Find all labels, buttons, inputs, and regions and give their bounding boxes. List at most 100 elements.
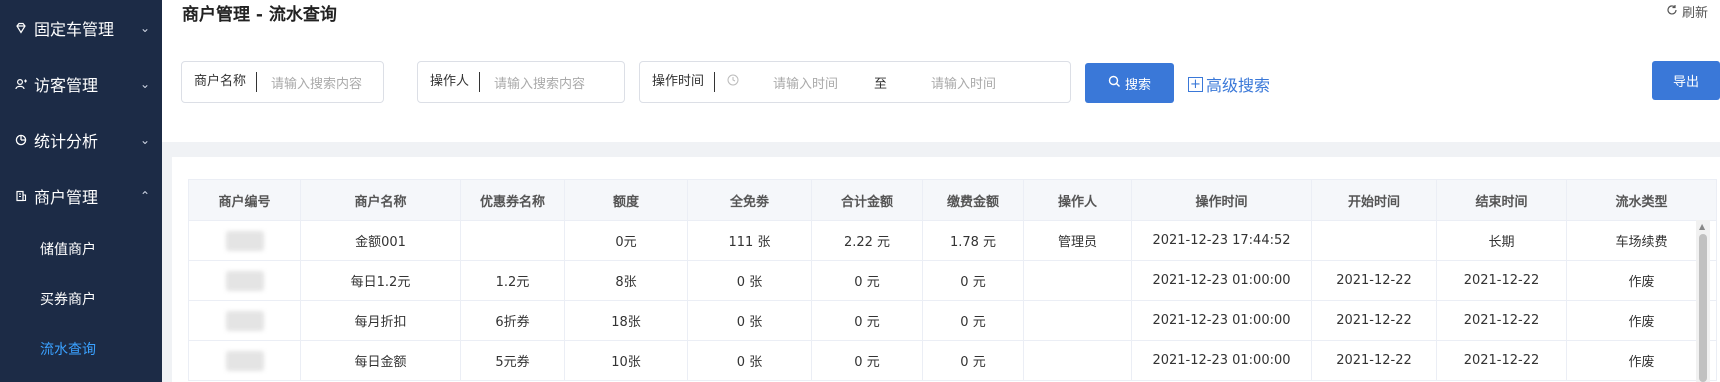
cell-total-amount: 2.22 元 [811,220,923,261]
cell-op-time: 2021-12-23 01:00:00 [1131,340,1312,381]
cell-start-time [1311,220,1437,261]
cell-merchant-id [188,340,301,381]
cell-free-voucher: 0 张 [687,340,812,381]
cell-merchant-id [188,220,301,261]
sidebar-item-label: 访客管理 [34,76,99,95]
chevron-down-icon: ⌄ [139,133,150,147]
redacted-id [225,270,264,291]
scrollbar-thumb[interactable] [1699,234,1707,382]
cell-merchant-name: 金额001 [300,220,461,261]
col-op-time[interactable]: 操作时间 [1131,179,1312,221]
sidebar-subitem-voucher-merchant[interactable]: 买券商户 [0,274,162,324]
cell-flow-type: 作废 [1566,300,1717,341]
col-end-time[interactable]: 结束时间 [1436,179,1567,221]
merchant-name-field[interactable]: 商户名称 请输入搜索内容 [181,61,384,103]
cell-merchant-id [188,260,301,301]
operator-field[interactable]: 操作人 请输入搜索内容 [417,61,625,103]
cell-flow-type: 车场续费 [1566,220,1717,261]
table-row[interactable]: 金额001 0元 111 张 2.22 元 1.78 元 管理员 2021-12… [188,220,1717,261]
cell-op-time: 2021-12-23 01:00:00 [1131,260,1312,301]
end-time-input[interactable]: 请输入时间 [905,73,996,92]
cell-free-voucher: 0 张 [687,300,812,341]
merchant-submenu: 储值商户 买券商户 流水查询 [0,224,162,374]
col-merchant-name[interactable]: 商户名称 [300,179,461,221]
cell-merchant-name: 每日1.2元 [300,260,461,301]
cell-paid-amount: 0 元 [922,340,1024,381]
export-button[interactable]: 导出 [1652,61,1720,100]
sidebar: 固定车管理 ⌄ 访客管理 ⌄ 统计分析 ⌄ 商户管理 ⌃ 储值商户 买券商户 流… [0,0,162,382]
scroll-up-arrow-icon[interactable]: ▲ [1699,222,1705,231]
cell-merchant-id [188,300,301,341]
operator-label: 操作人 [418,72,481,92]
advanced-search-button[interactable]: + 高级搜索 [1188,72,1270,96]
start-time-input[interactable]: 请输入时间 [739,73,838,92]
cell-start-time: 2021-12-22 [1311,340,1437,381]
clock-icon [727,74,739,90]
cell-quota: 18张 [564,300,688,341]
merchant-name-label: 商户名称 [182,72,258,92]
chevron-down-icon: ⌄ [139,77,150,91]
table-scrollbar[interactable]: ▲ [1696,220,1710,382]
building-icon [14,189,28,203]
cell-end-time: 2021-12-22 [1436,300,1567,341]
cell-quota: 0元 [564,220,688,261]
cell-end-time: 2021-12-22 [1436,340,1567,381]
cell-total-amount: 0 元 [811,300,923,341]
cell-op-time: 2021-12-23 01:00:00 [1131,300,1312,341]
redacted-id [225,310,264,331]
col-operator[interactable]: 操作人 [1023,179,1132,221]
merchant-name-input[interactable]: 请输入搜索内容 [257,73,362,92]
sidebar-item-stats[interactable]: 统计分析 ⌄ [0,112,162,168]
table-row[interactable]: 每日金额 5元券 10张 0 张 0 元 0 元 2021-12-23 01:0… [188,340,1717,381]
refresh-button[interactable]: 刷新 [1666,2,1708,21]
diamond-icon [14,21,28,35]
cell-operator [1023,300,1132,341]
sidebar-item-fixed-car[interactable]: 固定车管理 ⌄ [0,0,162,56]
col-paid-amount[interactable]: 缴费金额 [922,179,1024,221]
col-total-amount[interactable]: 合计金额 [811,179,923,221]
op-time-label: 操作时间 [640,72,716,92]
col-merchant-id[interactable]: 商户编号 [188,179,301,221]
date-range-separator: 至 [874,76,888,92]
search-button-label: 搜索 [1124,77,1151,93]
op-time-field[interactable]: 操作时间 请输入时间 至 请输入时间 [639,61,1071,103]
pie-chart-icon [14,133,28,147]
cell-coupon-name: 5元券 [460,340,565,381]
cell-start-time: 2021-12-22 [1311,300,1437,341]
cell-paid-amount: 0 元 [922,300,1024,341]
sidebar-subitem-stored-value[interactable]: 储值商户 [0,224,162,274]
cell-operator: 管理员 [1023,220,1132,261]
cell-coupon-name: 6折券 [460,300,565,341]
col-free-voucher[interactable]: 全免劵 [687,179,812,221]
cell-merchant-name: 每月折扣 [300,300,461,341]
cell-start-time: 2021-12-22 [1311,260,1437,301]
table-row[interactable]: 每日1.2元 1.2元 8张 0 张 0 元 0 元 2021-12-23 01… [188,260,1717,301]
sidebar-item-label: 固定车管理 [34,20,115,39]
operator-input[interactable]: 请输入搜索内容 [480,73,585,92]
cell-op-time: 2021-12-23 17:44:52 [1131,220,1312,261]
table-row[interactable]: 每月折扣 6折券 18张 0 张 0 元 0 元 2021-12-23 01:0… [188,300,1717,341]
sidebar-item-label: 统计分析 [34,132,99,151]
col-quota[interactable]: 额度 [564,179,688,221]
cell-coupon-name [460,220,565,261]
cell-end-time: 2021-12-22 [1436,260,1567,301]
sidebar-item-merchant[interactable]: 商户管理 ⌃ [0,168,162,224]
cell-free-voucher: 111 张 [687,220,812,261]
col-flow-type[interactable]: 流水类型 [1566,179,1717,221]
sidebar-item-visitor[interactable]: 访客管理 ⌄ [0,56,162,112]
table-panel: 商户编号 商户名称 优惠券名称 额度 全免劵 合计金额 缴费金额 操作人 操作时… [172,157,1720,382]
advanced-search-label: 高级搜索 [1206,76,1271,95]
col-start-time[interactable]: 开始时间 [1311,179,1437,221]
sidebar-subitem-flow-query[interactable]: 流水查询 [0,324,162,374]
cell-total-amount: 0 元 [811,260,923,301]
page-title: 商户管理 - 流水查询 [182,5,337,25]
cell-coupon-name: 1.2元 [460,260,565,301]
cell-free-voucher: 0 张 [687,260,812,301]
cell-quota: 8张 [564,260,688,301]
col-coupon-name[interactable]: 优惠券名称 [460,179,565,221]
chevron-up-icon: ⌃ [139,189,150,203]
flow-table: 商户编号 商户名称 优惠券名称 额度 全免劵 合计金额 缴费金额 操作人 操作时… [188,179,1717,381]
cell-paid-amount: 0 元 [922,260,1024,301]
search-panel: 商户管理 - 流水查询 刷新 商户名称 请输入搜索内容 操作人 请输入搜索内容 … [162,0,1720,142]
search-button[interactable]: 搜索 [1085,63,1174,103]
